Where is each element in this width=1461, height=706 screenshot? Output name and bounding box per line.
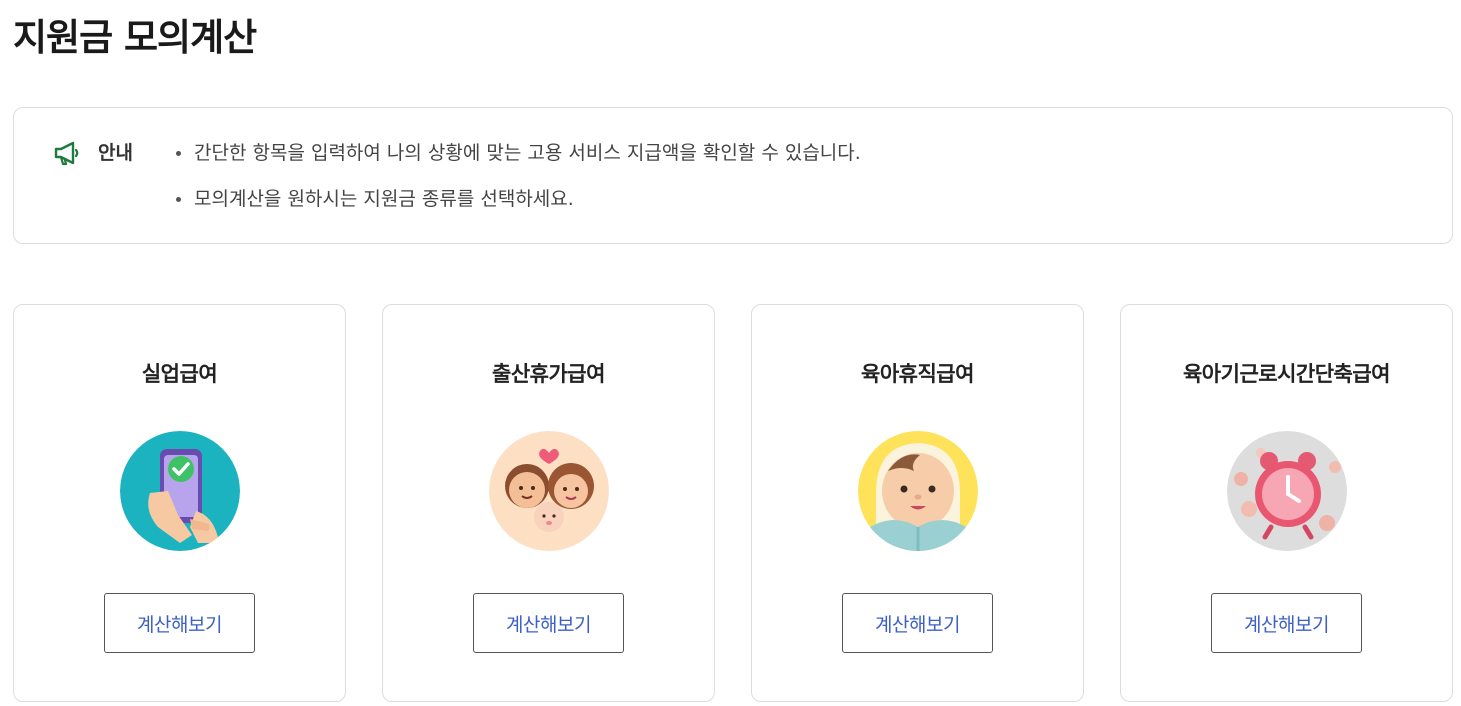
alarm-clock-coins-icon [1227,431,1347,551]
notice-label: 안내 [98,142,133,164]
card-unemployment-benefit: 실업급여 계산해보기 [13,304,346,702]
phone-checkmark-icon [120,431,240,551]
calculate-button[interactable]: 계산해보기 [473,593,624,653]
benefit-card-list: 실업급여 계산해보기 출산휴가급여 계산해보기 육아휴직급여 계산해보기 육아기… [13,304,1453,702]
card-childcare-leave-benefit: 육아휴직급여 계산해보기 [751,304,1084,702]
notice-item: 간단한 항목을 입력하여 나의 상황에 맞는 고용 서비스 지급액을 확인할 수… [174,138,861,168]
family-baby-icon [489,431,609,551]
card-maternity-leave-benefit: 출산휴가급여 계산해보기 [382,304,715,702]
page-title: 지원금 모의계산 [13,16,257,59]
card-title: 실업급여 [141,362,218,386]
card-title: 육아기근로시간단축급여 [1182,362,1391,386]
calculate-button[interactable]: 계산해보기 [842,593,993,653]
notice-box: 안내 간단한 항목을 입력하여 나의 상황에 맞는 고용 서비스 지급액을 확인… [13,107,1453,244]
calculate-button[interactable]: 계산해보기 [1211,593,1362,653]
card-reduced-working-hours-benefit: 육아기근로시간단축급여 계산해보기 [1120,304,1453,702]
notice-item: 모의계산을 원하시는 지원금 종류를 선택하세요. [174,184,861,214]
notice-list: 간단한 항목을 입력하여 나의 상황에 맞는 고용 서비스 지급액을 확인할 수… [174,138,861,230]
calculate-button[interactable]: 계산해보기 [104,593,255,653]
megaphone-icon [52,138,82,168]
card-title: 출산휴가급여 [492,362,605,386]
card-title: 육아휴직급여 [861,362,974,386]
swaddled-baby-icon [858,431,978,551]
